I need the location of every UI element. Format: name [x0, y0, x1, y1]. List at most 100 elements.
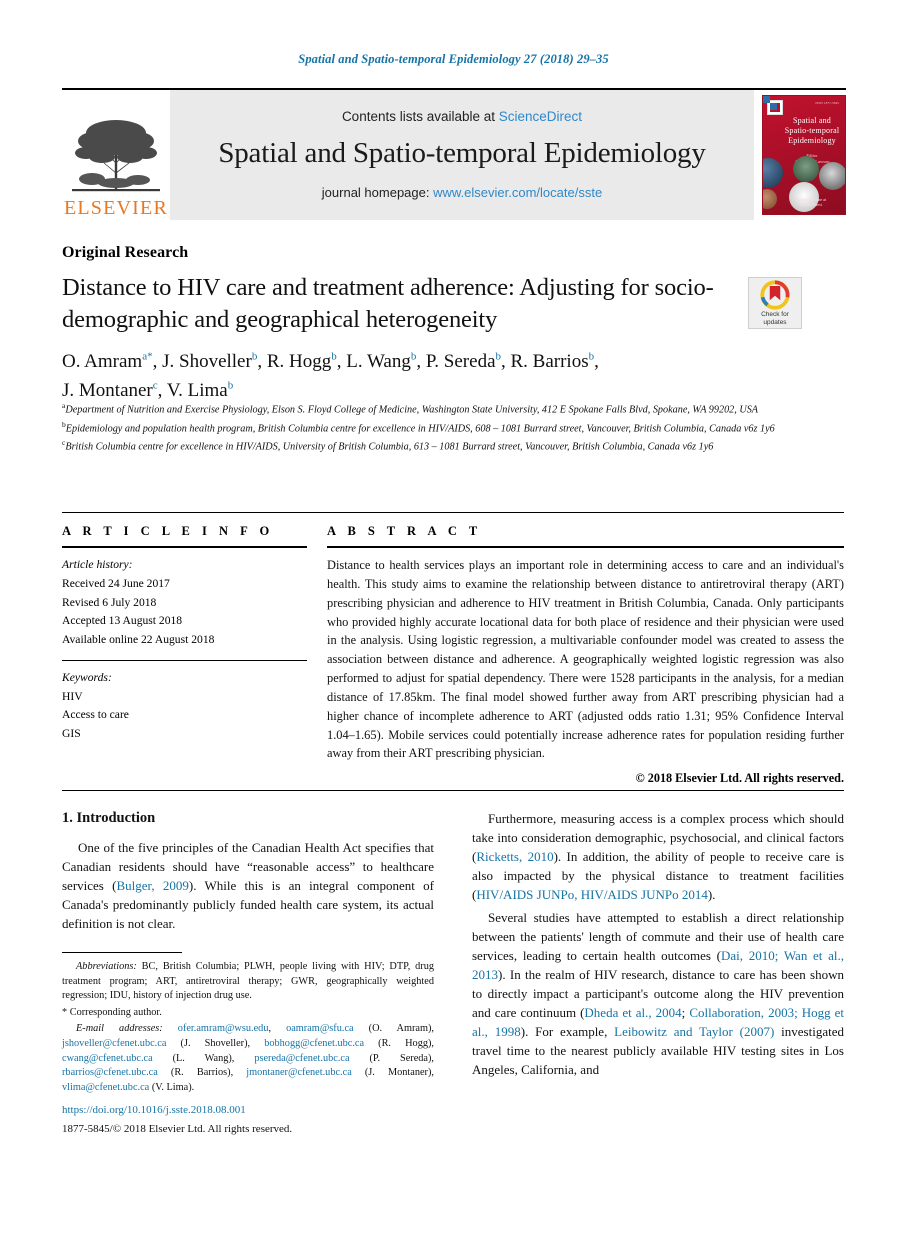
doi-link[interactable]: https://doi.org/10.1016/j.sste.2018.08.0… [62, 1103, 434, 1119]
corresponding-author-marker: * [147, 350, 153, 363]
author-affil-marker: c [152, 379, 158, 392]
cover-title-line2: Spatio-temporal [784, 126, 840, 135]
article-history-received: Received 24 June 2017 [62, 576, 170, 590]
contents-available-line: Contents lists available at ScienceDirec… [342, 109, 582, 124]
issn-copyright-line: 1877-5845/© 2018 Elsevier Ltd. All right… [62, 1122, 293, 1135]
keywords-rule [62, 659, 307, 661]
elsevier-tree-icon [72, 120, 160, 192]
journal-cover-cell: ISSN 1877-5845 Spatial and Spatio-tempor… [754, 90, 846, 220]
affiliation-item: bEpidemiology and population health prog… [62, 419, 844, 438]
corresponding-text: Corresponding author. [67, 1006, 162, 1018]
author-affil-marker: b [495, 350, 502, 363]
article-history-accepted: Accepted 13 August 2018 [62, 614, 183, 628]
email-sep: (P. Sereda), [349, 1052, 434, 1064]
crossmark-line-1: Check for [761, 311, 789, 319]
email-link[interactable]: psereda@cfenet.ubc.ca [254, 1053, 349, 1064]
body-section-divider [62, 790, 844, 791]
journal-banner: Contents lists available at ScienceDirec… [170, 90, 754, 220]
author-name[interactable]: R. Barrios [511, 351, 589, 372]
email-link[interactable]: vlima@cfenet.ubc.ca [62, 1082, 149, 1093]
affiliation-text: Department of Nutrition and Exercise Phy… [65, 404, 759, 416]
title-line-1: Distance to HIV care and treatment adher… [62, 274, 649, 301]
article-type: Original Research [62, 244, 189, 261]
author-name[interactable]: L. Wang [346, 351, 411, 372]
crossmark-icon [760, 280, 790, 310]
homepage-prefix: journal homepage: [321, 184, 434, 200]
email-link[interactable]: rbarrios@cfenet.ubc.ca [62, 1067, 158, 1078]
doi-footer: https://doi.org/10.1016/j.sste.2018.08.0… [62, 1103, 434, 1138]
email-sep: (O. Amram), [353, 1023, 435, 1035]
citation-leibowitz-taylor-2007[interactable]: Leibowitz and Taylor (2007) [614, 1024, 774, 1039]
cover-image-circle-3 [819, 162, 845, 190]
author-affil-marker: b [410, 350, 417, 363]
right-p2-part-d: ). For example, [520, 1023, 615, 1039]
page-title: Distance to HIV care and treatment adher… [62, 272, 717, 337]
crossmark-line-2: updates [763, 319, 787, 326]
article-history-online: Available online 22 August 2018 [62, 633, 215, 647]
author-affil-marker: b [331, 350, 337, 363]
journal-title: Spatial and Spatio-temporal Epidemiology [218, 136, 706, 169]
article-info-section: A R T I C L E I N F O Article history: R… [62, 524, 307, 744]
author-name[interactable]: P. Sereda [426, 351, 496, 372]
author-affil-marker: b [251, 350, 258, 363]
citation-dheda-2004[interactable]: Dheda et al., 2004 [584, 1005, 681, 1020]
citation-bulger-2009[interactable]: Bulger, 2009 [116, 878, 188, 893]
affiliation-item: cBritish Columbia centre for excellence … [62, 437, 844, 456]
author-name[interactable]: V. Lima [167, 380, 228, 401]
keyword-item: GIS [62, 727, 81, 741]
keyword-item: HIV [62, 689, 83, 703]
cover-title: Spatial and Spatio-temporal Epidemiology [784, 116, 840, 146]
abbreviations-note: Abbreviations: BC, British Columbia; PLW… [62, 960, 434, 1004]
email-label: E-mail addresses: [76, 1023, 163, 1035]
email-sep: (J. Shoveller), [166, 1038, 265, 1050]
article-history-label: Article history: [62, 558, 133, 571]
affiliation-list: aDepartment of Nutrition and Exercise Ph… [62, 400, 844, 456]
email-link[interactable]: oamram@sfu.ca [286, 1023, 354, 1034]
cover-title-line3: Epidemiology [788, 136, 836, 145]
abstract-heading: A B S T R A C T [327, 524, 482, 538]
right-paragraph-2: Several studies have attempted to establ… [472, 909, 844, 1080]
cover-image-circle-2 [793, 156, 819, 182]
abstract-copyright: © 2018 Elsevier Ltd. All rights reserved… [635, 771, 844, 786]
email-link[interactable]: cwang@cfenet.ubc.ca [62, 1053, 153, 1064]
email-link[interactable]: jmontaner@cfenet.ubc.ca [246, 1067, 352, 1078]
crossmark-label: Check for updates [761, 311, 789, 327]
article-info-rule [62, 546, 307, 548]
contents-prefix: Contents lists available at [341, 108, 499, 124]
email-sep: (L. Wang), [152, 1052, 255, 1064]
cover-title-line1: Spatial and [793, 116, 831, 125]
keywords-label: Keywords: [62, 670, 112, 684]
abstract-rule [327, 546, 844, 548]
author-list: O. Amrama*, J. Shovellerb, R. Hoggb, L. … [62, 350, 599, 401]
footnote-block: Abbreviations: BC, British Columbia; PLW… [62, 952, 434, 1097]
crossmark-badge[interactable]: Check for updates [748, 277, 802, 329]
email-sep: , [268, 1023, 287, 1035]
elsevier-wordmark: ELSEVIER [63, 197, 169, 219]
citation-hivaids-junpo-2014[interactable]: HIV/AIDS JUNPo, HIV/AIDS JUNPo 2014 [476, 887, 708, 902]
sciencedirect-link[interactable]: ScienceDirect [499, 109, 582, 124]
author-name[interactable]: J. Shoveller [162, 351, 252, 372]
email-link[interactable]: bobhogg@cfenet.ubc.ca [264, 1038, 364, 1049]
citation-ricketts-2010[interactable]: Ricketts, 2010 [476, 849, 553, 864]
author-name[interactable]: J. Montaner [62, 380, 153, 401]
info-section-divider [62, 512, 844, 513]
running-head: Spatial and Spatio-temporal Epidemiology… [298, 52, 609, 66]
email-link[interactable]: jshoveller@cfenet.ubc.ca [62, 1038, 166, 1049]
section-heading-introduction: 1. Introduction [62, 810, 156, 826]
author-name[interactable]: O. Amram [62, 351, 142, 372]
journal-masthead: ELSEVIER Contents lists available at Sci… [62, 88, 846, 220]
right-paragraph-1: Furthermore, measuring access is a compl… [472, 810, 844, 905]
author-affil-marker: b [227, 379, 234, 392]
article-info-heading: A R T I C L E I N F O [62, 524, 274, 538]
elsevier-logo: ELSEVIER [62, 90, 170, 220]
author-name[interactable]: R. Hogg [267, 351, 331, 372]
keyword-item: Access to care [62, 708, 129, 722]
right-p1-part-c: ). [707, 886, 716, 902]
abstract-section: A B S T R A C T Distance to health servi… [327, 524, 844, 786]
author-affil-marker: b [588, 350, 595, 363]
journal-homepage-link[interactable]: www.elsevier.com/locate/sste [433, 185, 602, 200]
cover-footer: Available online at ScienceDirect [782, 197, 840, 208]
corresponding-author-note: * Corresponding author. [62, 1006, 434, 1021]
email-sep: (R. Barrios), [157, 1067, 247, 1079]
email-link[interactable]: ofer.amram@wsu.edu [178, 1023, 269, 1034]
